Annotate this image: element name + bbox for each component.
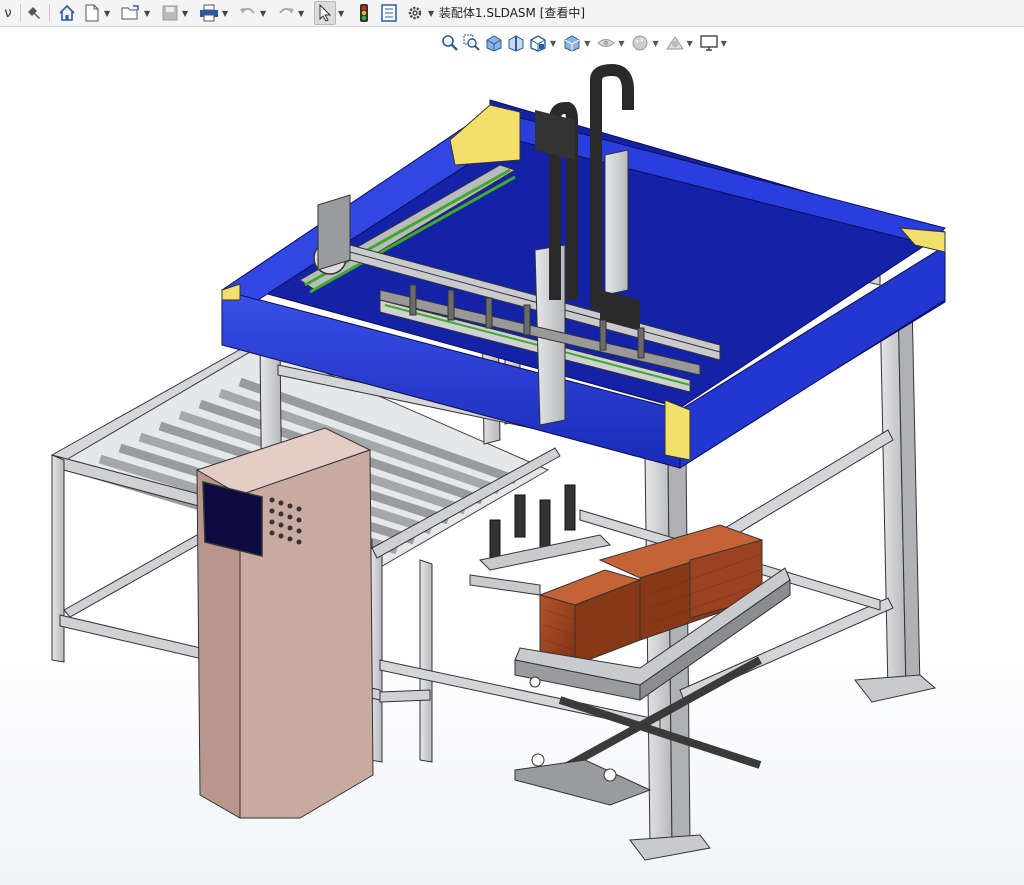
open-file-icon[interactable] [120,2,142,24]
select-icon[interactable] [314,1,336,25]
undo-dropdown-icon[interactable]: ▼ [260,9,268,18]
options-gear-icon[interactable] [404,2,426,24]
traffic-light-icon[interactable] [354,2,374,24]
redo-icon[interactable] [276,2,296,24]
print-dropdown-icon[interactable]: ▼ [222,9,230,18]
control-cabinet [195,427,374,819]
file-properties-icon[interactable] [378,2,400,24]
save-icon[interactable] [160,2,180,24]
home-icon[interactable] [56,2,78,24]
print-icon[interactable] [198,2,220,24]
options-dropdown-icon[interactable]: ▼ [428,9,436,18]
redo-dropdown-icon[interactable]: ▼ [298,9,306,18]
new-file-dropdown-icon[interactable]: ▼ [104,9,112,18]
pin-icon[interactable] [27,2,43,24]
open-file-dropdown-icon[interactable]: ▼ [144,9,152,18]
menu-glyph[interactable]: ν [2,2,14,24]
assembly-model[interactable] [0,27,1024,885]
save-dropdown-icon[interactable]: ▼ [182,9,190,18]
select-dropdown-icon[interactable]: ▼ [338,9,346,18]
new-file-icon[interactable] [82,2,102,24]
undo-icon[interactable] [238,2,258,24]
window-title: 装配体1.SLDASM [查看中] [438,6,586,20]
top-toolbar: ν ▼ ▼ ▼ ▼ ▼ ▼ ▼ ▼ 装配体1.SLDASM [查看中] [0,0,1024,27]
